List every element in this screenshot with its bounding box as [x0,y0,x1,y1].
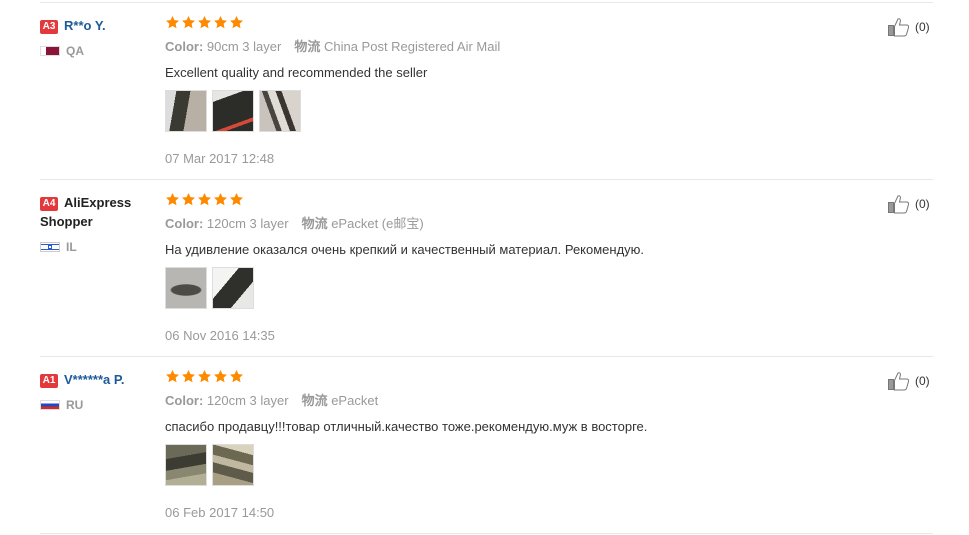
country-code: IL [66,240,77,254]
star-icon [182,369,195,383]
star-rating [165,15,865,32]
order-info: Color: 120cm 3 layer 物流 ePacket (e邮宝) [165,216,865,232]
color-label: Color: [165,216,204,231]
star-icon [198,192,211,206]
star-icon [166,15,179,29]
reviewer-country: IL [40,240,160,254]
color-value: 120cm 3 layer [206,393,289,408]
israel-flag-icon [40,242,60,252]
reviewer-country: QA [40,44,160,58]
helpful-vote[interactable]: (0) [888,371,930,391]
review-photos [165,267,865,309]
review-text: Excellent quality and recommended the se… [165,65,428,80]
review-photo-thumbnail[interactable] [212,267,254,309]
reviewer-name-row: A1 V******a P. [40,370,160,389]
vote-count: (0) [915,20,930,34]
review-body: Color: 120cm 3 layer 物流 ePacket (e邮宝) На … [165,192,865,343]
color-label: Color: [165,39,204,54]
star-icon [214,15,227,29]
star-rating [165,369,865,386]
star-icon [198,369,211,383]
reviewer-country: RU [40,398,160,412]
star-rating [165,192,865,209]
reviewer-name-row: A3 R**o Y. [40,16,160,35]
reviewer-info: A4 AliExpress Shopper IL [40,193,160,254]
star-icon [214,369,227,383]
star-icon [182,15,195,29]
shipping-label: 物流 [294,39,321,54]
star-icon [166,369,179,383]
country-code: RU [66,398,84,412]
color-value: 120cm 3 layer [206,216,289,231]
review-text: спасибо продавцу!!!товар отличный.качест… [165,419,648,434]
qatar-flag-icon [40,46,60,56]
review-item: A3 R**o Y. QA Color: 90cm 3 layer 物流 China… [40,3,933,180]
star-icon [182,192,195,206]
review-item: A4 AliExpress Shopper IL Color: 120cm 3 l… [40,180,933,357]
star-icon [166,192,179,206]
reviewer-name-row: A4 AliExpress Shopper [40,193,160,231]
review-body: Color: 90cm 3 layer 物流 China Post Registe… [165,15,865,166]
reviewer-info: A3 R**o Y. QA [40,16,160,58]
shipping-label: 物流 [301,216,328,231]
vote-count: (0) [915,197,930,211]
helpful-vote[interactable]: (0) [888,194,930,214]
country-code: QA [66,44,84,58]
star-icon [230,192,243,206]
review-item: A1 V******a P. RU Color: 120cm 3 layer 物流 … [40,357,933,534]
review-photo-thumbnail[interactable] [212,444,254,486]
thumbs-up-icon[interactable] [888,17,910,37]
star-icon [230,15,243,29]
shipping-value: ePacket (e邮宝) [331,216,424,231]
buyer-level-badge: A3 [40,20,58,34]
russia-flag-icon [40,400,60,410]
review-text: На удивление оказался очень крепкий и ка… [165,242,645,257]
review-photo-thumbnail[interactable] [212,90,254,132]
color-label: Color: [165,393,204,408]
star-icon [214,192,227,206]
order-info: Color: 120cm 3 layer 物流 ePacket [165,393,865,409]
reviewer-info: A1 V******a P. RU [40,370,160,412]
order-info: Color: 90cm 3 layer 物流 China Post Registe… [165,39,865,55]
buyer-level-badge: A4 [40,197,58,211]
review-body: Color: 120cm 3 layer 物流 ePacket спасибо п… [165,369,865,520]
reviewer-name-link[interactable]: V******a P. [64,372,124,387]
review-date: 06 Nov 2016 14:35 [165,328,275,343]
vote-count: (0) [915,374,930,388]
shipping-value: ePacket [331,393,379,408]
reviewer-name-link[interactable]: R**o Y. [64,18,106,33]
review-photo-thumbnail[interactable] [259,90,301,132]
shipping-value: China Post Registered Air Mail [323,39,501,54]
review-photo-thumbnail[interactable] [165,444,207,486]
thumbs-up-icon[interactable] [888,371,910,391]
helpful-vote[interactable]: (0) [888,17,930,37]
review-photos [165,90,865,132]
buyer-level-badge: A1 [40,374,58,388]
star-icon [230,369,243,383]
review-date: 06 Feb 2017 14:50 [165,505,275,520]
review-photo-thumbnail[interactable] [165,90,207,132]
star-icon [198,15,211,29]
review-photo-thumbnail[interactable] [165,267,207,309]
review-photos [165,444,865,486]
review-date: 07 Mar 2017 12:48 [165,151,275,166]
shipping-label: 物流 [301,393,328,408]
thumbs-up-icon[interactable] [888,194,910,214]
color-value: 90cm 3 layer [206,39,282,54]
